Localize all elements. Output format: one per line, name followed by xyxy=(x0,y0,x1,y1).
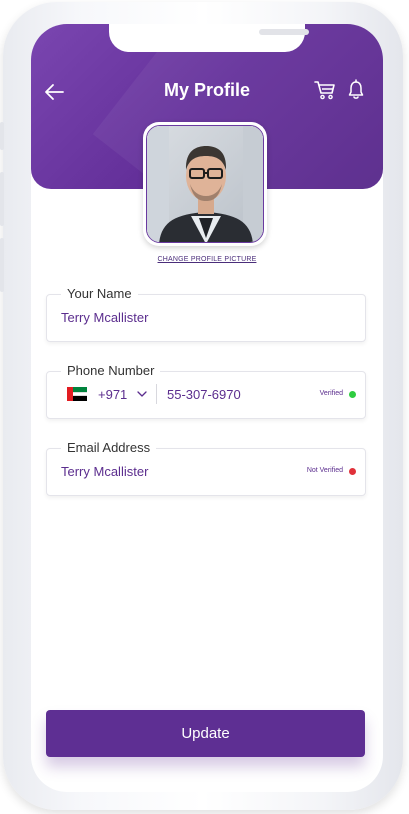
volume-up-button xyxy=(0,172,4,226)
name-field[interactable]: Your Name Terry Mcallister xyxy=(46,286,366,342)
name-field-label: Your Name xyxy=(61,286,138,301)
bell-icon[interactable] xyxy=(347,79,365,101)
change-profile-picture-link[interactable]: CHANGE PROFILE PICTURE xyxy=(31,256,383,263)
update-button[interactable]: Update xyxy=(46,710,365,757)
phone-field[interactable]: Phone Number +971 55-307-6970 Verified xyxy=(46,363,366,419)
field-divider xyxy=(156,384,157,404)
app-screen: My Profile CHANGE PROFILE PICTURE Your N… xyxy=(31,24,383,792)
avatar-photo xyxy=(146,125,264,243)
phone-notch xyxy=(109,24,309,52)
verified-dot-icon xyxy=(349,391,356,398)
phone-verified-status: Verified xyxy=(319,390,343,397)
not-verified-dot-icon xyxy=(349,468,356,475)
name-field-value[interactable]: Terry Mcallister xyxy=(61,310,148,325)
country-code-select[interactable]: +971 xyxy=(98,387,127,402)
volume-down-button xyxy=(0,238,4,292)
speaker-grille xyxy=(259,29,309,35)
email-field-value[interactable]: Terry Mcallister xyxy=(61,464,148,479)
profile-avatar[interactable] xyxy=(143,122,267,246)
phone-frame: My Profile CHANGE PROFILE PICTURE Your N… xyxy=(0,2,403,810)
chevron-down-icon[interactable] xyxy=(137,391,147,397)
email-field[interactable]: Email Address Terry Mcallister Not Verif… xyxy=(46,440,366,496)
cart-icon[interactable] xyxy=(313,78,337,102)
email-field-label: Email Address xyxy=(61,440,157,455)
profile-photo-image xyxy=(147,126,263,242)
phone-field-label: Phone Number xyxy=(61,363,161,378)
email-verified-status: Not Verified xyxy=(306,467,343,474)
phone-number-input[interactable]: 55-307-6970 xyxy=(167,387,241,402)
mute-switch xyxy=(0,122,4,150)
uae-flag-icon[interactable] xyxy=(67,387,87,401)
